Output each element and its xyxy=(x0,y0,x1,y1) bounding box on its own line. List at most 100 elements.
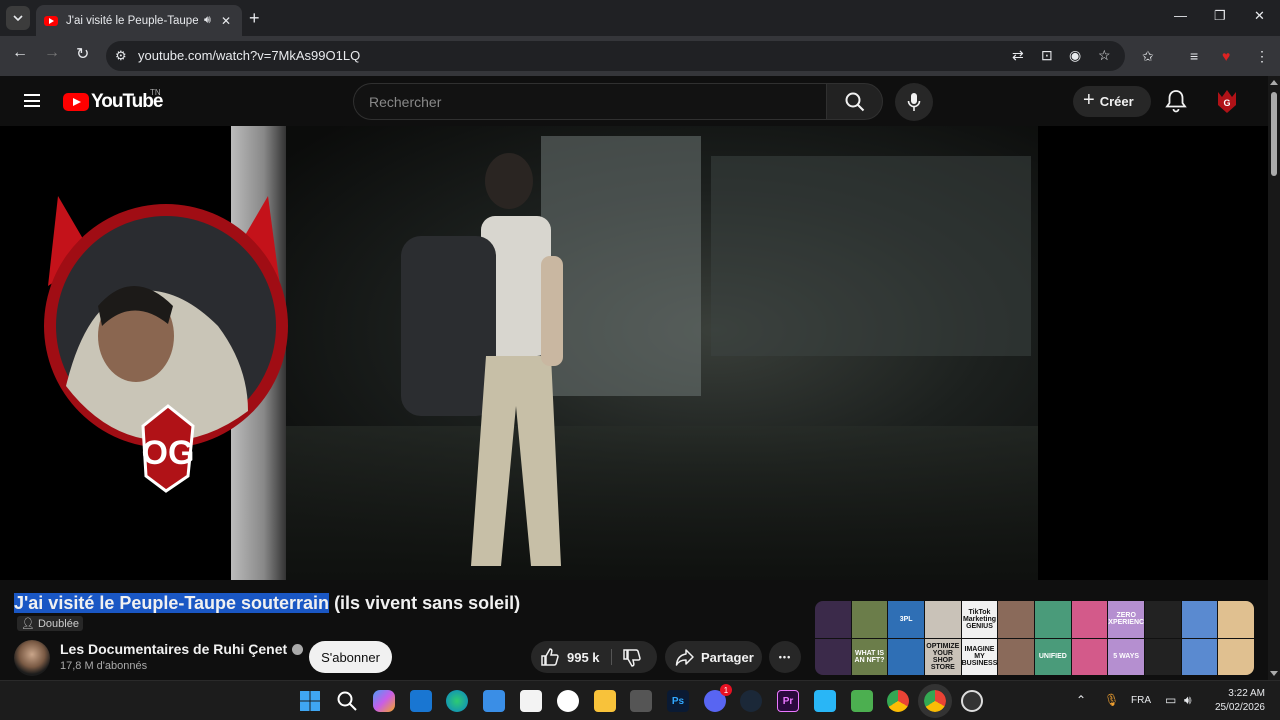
forward-icon[interactable]: → xyxy=(44,44,60,62)
scroll-down-arrow-icon[interactable] xyxy=(1270,671,1278,676)
thumbs-up-icon[interactable] xyxy=(540,647,560,667)
close-window-icon[interactable]: ✕ xyxy=(1254,8,1265,24)
ad-tile xyxy=(1181,638,1218,675)
obs-icon[interactable] xyxy=(961,690,983,712)
active-tab[interactable]: J'ai visité le Peuple-Taupe souterrain 🔊… xyxy=(36,5,242,36)
restore-icon[interactable]: ❐ xyxy=(1214,8,1226,24)
channel-name[interactable]: Les Documentaires de Ruhi Çenet xyxy=(60,641,287,657)
site-settings-icon[interactable]: ⚙︎ xyxy=(115,48,127,64)
windows-start-icon[interactable] xyxy=(299,690,321,712)
input-language[interactable]: FRA xyxy=(1131,695,1151,706)
create-button[interactable]: + Créer xyxy=(1073,86,1151,117)
video-title[interactable]: J'ai visité le Peuple-Taupe souterrain (… xyxy=(14,593,520,614)
url-text[interactable]: youtube.com/watch?v=7MkAs99O1LQ xyxy=(138,48,360,63)
search-placeholder: Rechercher xyxy=(369,94,442,110)
ad-tile: TikTok Marketing GENIUS xyxy=(961,601,998,638)
youtube-header: YouTube TN Rechercher + Créer G xyxy=(0,76,1268,126)
like-count[interactable]: 995 k xyxy=(567,650,600,665)
like-dislike-group: 995 k xyxy=(531,641,657,673)
share-button[interactable]: Partager xyxy=(665,641,762,673)
scrollbar-thumb[interactable] xyxy=(1271,92,1277,176)
ad-banner[interactable]: 3PL TikTok Marketing GENIUS ZERO EXPERIENC… xyxy=(815,601,1254,675)
video-title-rest[interactable]: (ils vivent sans soleil) xyxy=(329,593,520,613)
photos-icon[interactable] xyxy=(483,690,505,712)
search-button[interactable] xyxy=(826,83,883,120)
youtube-logo-icon[interactable] xyxy=(63,93,89,111)
channel-name-row[interactable]: Les Documentaires de Ruhi Çenet xyxy=(60,641,304,657)
subscribe-button[interactable]: S'abonner xyxy=(309,641,392,673)
windows-search-icon[interactable] xyxy=(336,690,358,712)
video-title-selected-text[interactable]: J'ai visité le Peuple-Taupe souterrain xyxy=(14,593,330,613)
streamer-webcam-overlay: OG xyxy=(44,196,288,493)
search-input[interactable]: Rechercher xyxy=(353,83,827,120)
notifications-bell-icon[interactable] xyxy=(1165,89,1187,113)
close-tab-icon[interactable]: ✕ xyxy=(221,14,231,28)
steam-icon[interactable] xyxy=(740,690,762,712)
subscriber-count: 17,8 M d'abonnés xyxy=(60,660,148,672)
copilot-icon[interactable] xyxy=(373,690,395,712)
volume-icon[interactable]: 🔊︎ xyxy=(1184,693,1192,708)
keyboard-app-icon[interactable] xyxy=(630,690,652,712)
chevron-down-icon xyxy=(13,15,23,21)
eye-off-icon[interactable]: ◉ xyxy=(1069,47,1081,64)
back-icon[interactable]: ← xyxy=(12,44,28,62)
windows-taskbar: Ps 1 Pr ⌃ 🎙︎ FRA ▭ 🔊︎ 3:22 AM 25/02/2026 xyxy=(0,680,1280,720)
browser-menu-icon[interactable]: ⋮ xyxy=(1255,48,1269,65)
share-arrow-icon xyxy=(675,649,694,666)
video-frame[interactable] xyxy=(231,126,1038,580)
speaker-icon[interactable]: 🔊︎ xyxy=(204,14,211,27)
create-label: Créer xyxy=(1099,94,1134,109)
ad-tile: UNIFIED xyxy=(1035,638,1071,675)
install-app-icon[interactable]: ⊡ xyxy=(1041,47,1053,64)
clock-app-icon[interactable] xyxy=(557,690,579,712)
media-control-icon[interactable]: ≡ xyxy=(1190,48,1198,64)
clock-date: 25/02/2026 xyxy=(1214,702,1265,713)
chrome-icon[interactable] xyxy=(887,690,909,712)
network-icon[interactable]: ▭ xyxy=(1165,693,1176,707)
graffiti-wall-right xyxy=(711,156,1031,356)
photo-app-icon[interactable] xyxy=(851,690,873,712)
browser-toolbar: ← → ↻ ⚙︎ youtube.com/watch?v=7MkAs99O1LQ… xyxy=(0,36,1280,76)
ad-tile xyxy=(1218,638,1254,675)
bookmark-star-icon[interactable]: ☆ xyxy=(1098,47,1111,64)
photoshop-icon[interactable]: Ps xyxy=(667,690,689,712)
thumbs-down-icon[interactable] xyxy=(622,648,642,668)
ad-tile xyxy=(1035,601,1071,638)
video-player[interactable]: OG xyxy=(0,126,1268,580)
channel-avatar[interactable] xyxy=(14,640,50,676)
ad-tile xyxy=(1181,601,1218,638)
favorites-icon[interactable]: ✩ xyxy=(1142,48,1154,65)
store-icon[interactable] xyxy=(520,690,542,712)
translate-icon[interactable]: ⇄ xyxy=(1012,47,1024,64)
microphone-tray-icon[interactable]: 🎙︎ xyxy=(1104,693,1119,707)
ad-tile: IMAGINE MY BUSINESS xyxy=(961,638,998,675)
new-tab-icon[interactable]: + xyxy=(249,8,260,29)
file-explorer-icon[interactable] xyxy=(594,690,616,712)
tab-search-button[interactable] xyxy=(6,6,30,30)
address-bar[interactable]: ⚙︎ youtube.com/watch?v=7MkAs99O1LQ ⇄ ⊡ ◉… xyxy=(106,41,1125,71)
edge-icon[interactable] xyxy=(446,690,468,712)
ad-tile xyxy=(1071,601,1108,638)
premiere-pro-icon[interactable]: Pr xyxy=(777,690,799,712)
profile-icon[interactable]: ♥ xyxy=(1222,48,1230,64)
search-icon xyxy=(845,92,865,112)
reload-icon[interactable]: ↻ xyxy=(76,44,89,64)
tray-overflow-icon[interactable]: ⌃ xyxy=(1076,693,1086,707)
page-scrollbar[interactable] xyxy=(1268,76,1280,680)
dubbed-label: Doublée xyxy=(37,617,79,630)
discord-icon[interactable]: 1 xyxy=(704,684,732,712)
ad-tile xyxy=(888,638,924,675)
scroll-up-arrow-icon[interactable] xyxy=(1270,80,1278,85)
svg-text:OG: OG xyxy=(142,434,195,472)
voice-search-button[interactable] xyxy=(895,83,933,121)
ad-tile xyxy=(1145,638,1181,675)
minimize-icon[interactable]: — xyxy=(1174,8,1187,23)
clock-time: 3:22 AM xyxy=(1228,688,1265,699)
more-actions-button[interactable]: ••• xyxy=(769,641,801,673)
outlook-icon[interactable] xyxy=(410,690,432,712)
chrome-active-icon[interactable] xyxy=(918,684,952,718)
screen-capture-icon[interactable] xyxy=(814,690,836,712)
account-avatar[interactable]: G xyxy=(1215,88,1239,114)
system-clock[interactable]: 3:22 AM 25/02/2026 xyxy=(1211,687,1265,715)
hamburger-menu-icon[interactable] xyxy=(24,94,40,107)
